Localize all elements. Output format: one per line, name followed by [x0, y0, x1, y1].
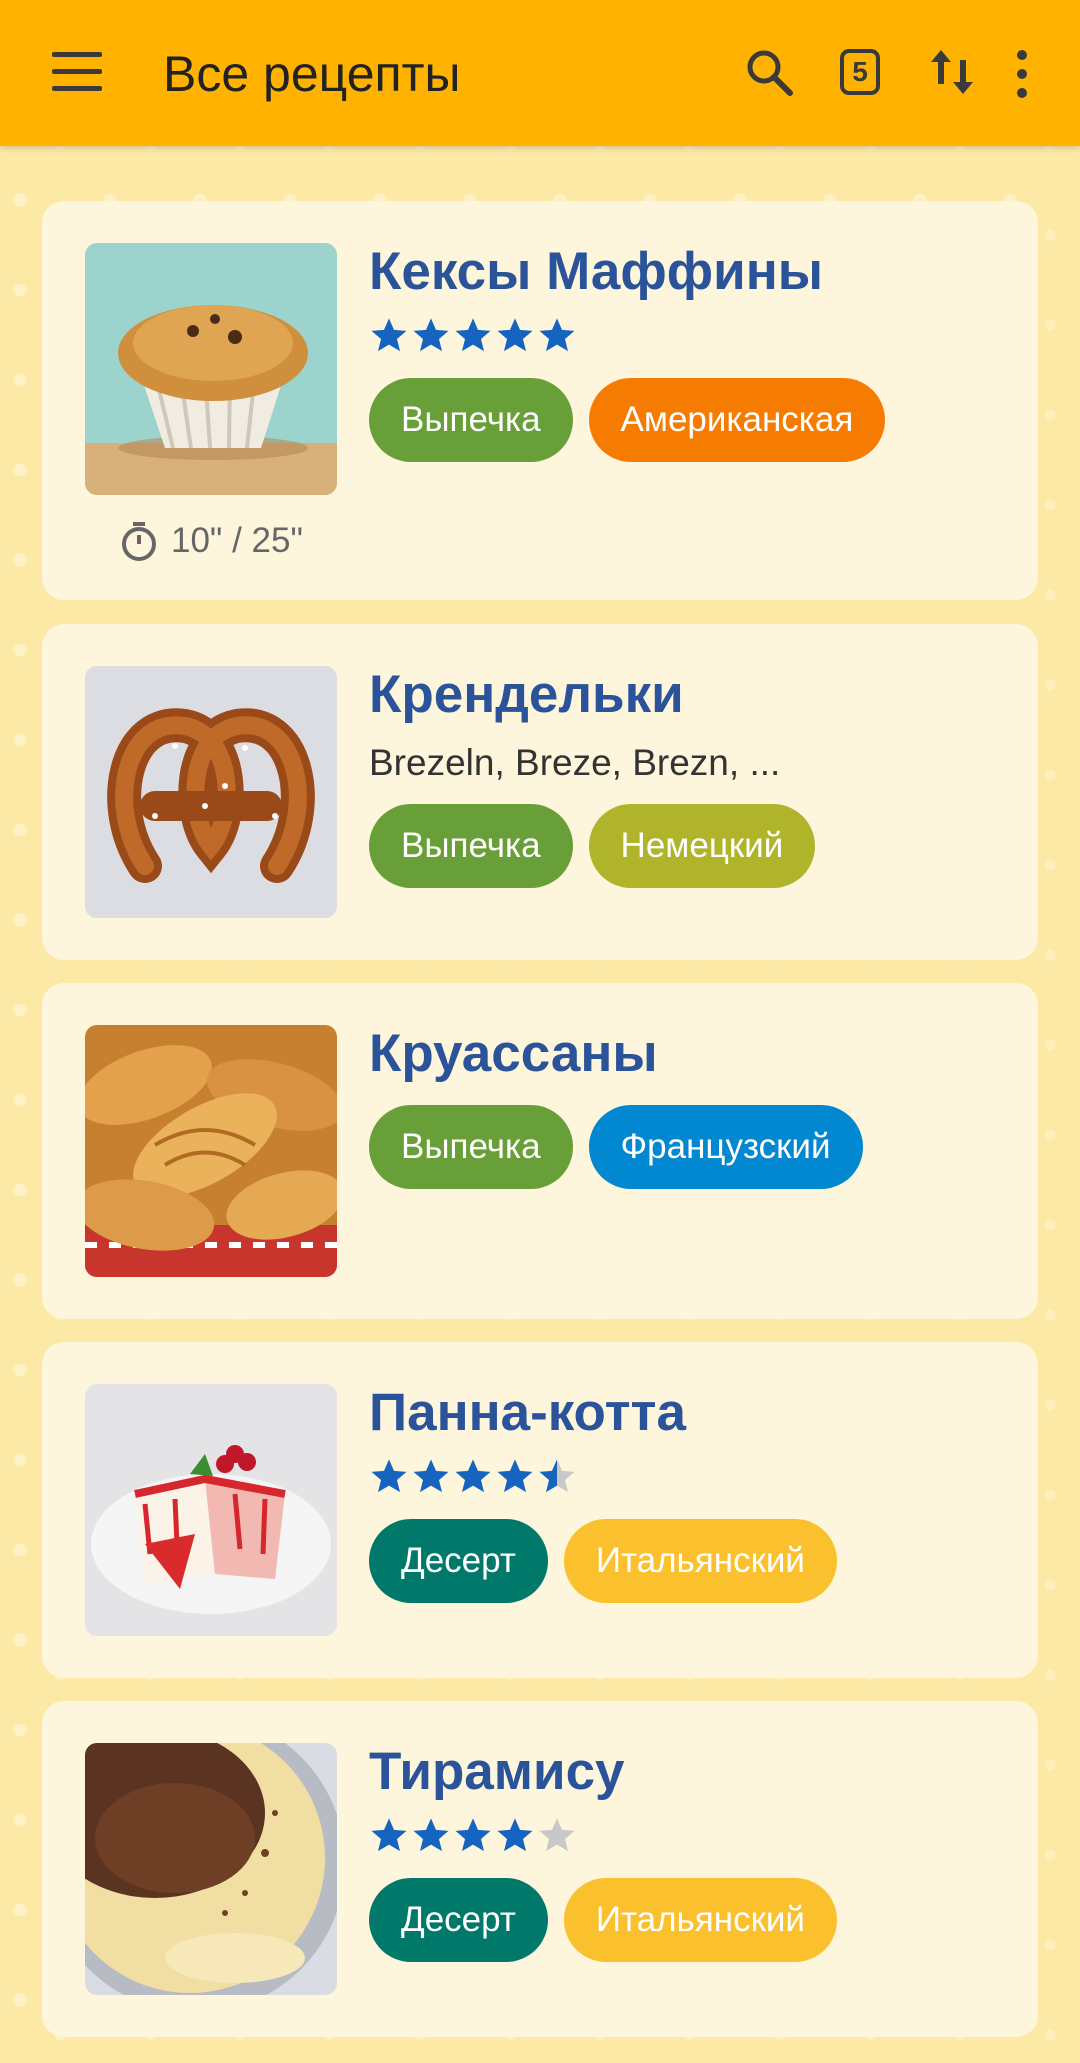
star-full-icon [455, 1459, 491, 1493]
cook-time-text: 10" / 25" [171, 521, 303, 560]
tag-chip[interactable]: Десерт [369, 1878, 548, 1962]
star-full-icon [497, 1459, 533, 1493]
star-full-icon [413, 1459, 449, 1493]
muffin-photo [85, 243, 337, 495]
recipe-count-badge[interactable]: 5 [840, 49, 880, 95]
recipe-name: Кексы Маффины [369, 242, 823, 301]
star-full-icon [455, 1818, 491, 1852]
star-empty-icon [539, 1818, 575, 1852]
tag-list: Десерт Итальянский [369, 1519, 853, 1603]
recipe-name: Круассаны [369, 1024, 658, 1083]
star-full-icon [539, 318, 575, 352]
star-full-icon [371, 318, 407, 352]
tag-chip[interactable]: Итальянский [563, 1878, 837, 1962]
recipe-card-tiramisu[interactable]: Тирамису Десерт Итальянский [42, 1701, 1038, 2037]
star-full-icon [497, 1818, 533, 1852]
page-title: Все рецепты [163, 46, 461, 102]
recipe-name: Тирамису [369, 1742, 625, 1801]
search-icon[interactable] [742, 45, 796, 99]
tag-chip[interactable]: Десерт [369, 1519, 548, 1603]
recipe-card-muffins[interactable]: Кексы Маффины Выпечка Американская 10" /… [42, 201, 1038, 600]
star-full-icon [497, 318, 533, 352]
rating-stars [369, 1815, 579, 1855]
tag-list: Десерт Итальянский [369, 1878, 853, 1962]
menu-icon[interactable] [52, 52, 102, 92]
tag-chip[interactable]: Выпечка [369, 804, 573, 888]
cook-time: 10" / 25" [117, 519, 303, 563]
tag-chip[interactable]: Итальянский [563, 1519, 837, 1603]
pretzel-photo [85, 666, 337, 918]
recipe-card-croissants[interactable]: Круассаны Выпечка Французский [42, 983, 1038, 1319]
tag-chip[interactable]: Выпечка [369, 1105, 573, 1189]
rating-stars [369, 315, 579, 355]
recipe-alt-names: Brezeln, Breze, Brezn, ... [369, 742, 781, 783]
tag-list: Выпечка Французский [369, 1105, 879, 1189]
tiramisu-photo [85, 1743, 337, 1995]
recipe-name: Крендельки [369, 665, 684, 724]
sort-icon[interactable] [925, 44, 979, 100]
star-full-icon [413, 1818, 449, 1852]
app-bar: Все рецепты 5 [0, 0, 1080, 146]
star-half-icon [539, 1459, 575, 1493]
tag-list: Выпечка Немецкий [369, 804, 831, 888]
rating-stars [369, 1456, 579, 1496]
recipe-card-panna-cotta[interactable]: Панна-котта Десерт Итальянский [42, 1342, 1038, 1678]
star-full-icon [371, 1459, 407, 1493]
croissant-photo [85, 1025, 337, 1277]
tag-list: Выпечка Американская [369, 378, 901, 462]
star-full-icon [371, 1818, 407, 1852]
star-full-icon [413, 318, 449, 352]
recipe-card-pretzels[interactable]: Крендельки Brezeln, Breze, Brezn, ... Вы… [42, 624, 1038, 960]
star-full-icon [455, 318, 491, 352]
tag-chip[interactable]: Французский [588, 1105, 863, 1189]
more-vert-icon[interactable] [1008, 50, 1036, 98]
recipe-name: Панна-котта [369, 1383, 686, 1442]
panna-cotta-photo [85, 1384, 337, 1636]
tag-chip[interactable]: Немецкий [588, 804, 816, 888]
stopwatch-icon [122, 522, 156, 561]
tag-chip[interactable]: Американская [588, 378, 886, 462]
tag-chip[interactable]: Выпечка [369, 378, 573, 462]
